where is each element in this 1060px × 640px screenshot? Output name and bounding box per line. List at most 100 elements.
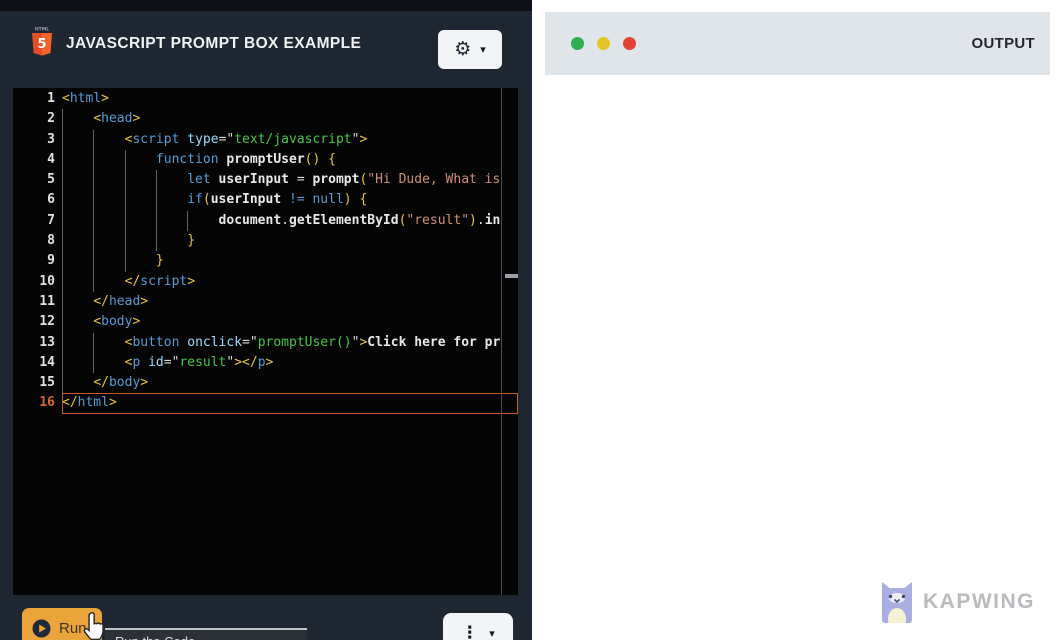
print-margin-ruler [501, 88, 502, 595]
code-line-content: </script> [62, 272, 518, 292]
indent-guide [93, 231, 94, 251]
code-line[interactable]: 14 <p id="result"></p> [13, 353, 518, 373]
code-line-content: <html> [62, 89, 518, 109]
code-line[interactable]: 11 </head> [13, 292, 518, 312]
kapwing-watermark-text: KAPWING [923, 590, 1035, 614]
code-line[interactable]: 12 <body> [13, 312, 518, 332]
code-line-content: } [62, 231, 518, 251]
traffic-lights [571, 37, 636, 50]
run-tooltip: Run the Code [105, 628, 307, 640]
code-line[interactable]: 3 <script type="text/javascript"> [13, 130, 518, 150]
indent-guide [93, 211, 94, 231]
indent-guide [156, 170, 157, 190]
settings-button[interactable]: ⚙ ▾ [438, 30, 502, 69]
line-number: 10 [13, 272, 55, 292]
indent-guide [156, 231, 157, 251]
code-line-content: document.getElementById("result").in [62, 211, 518, 231]
line-number: 6 [13, 190, 55, 210]
line-number: 13 [13, 333, 55, 353]
line-number: 12 [13, 312, 55, 332]
indent-guide [156, 211, 157, 231]
code-line-content: let userInput = prompt("Hi Dude, What is [62, 170, 518, 190]
svg-text:HTML: HTML [35, 26, 49, 32]
code-line[interactable]: 10 </script> [13, 272, 518, 292]
code-line-content: <p id="result"></p> [62, 353, 518, 373]
code-line-content: function promptUser() { [62, 150, 518, 170]
indent-guide [62, 170, 63, 190]
indent-guide [62, 312, 63, 332]
code-line-content: <button onclick="promptUser()">Click her… [62, 333, 518, 353]
code-line-content: <body> [62, 312, 518, 332]
kebab-menu-icon: ⋮ [461, 625, 478, 640]
code-line-content: <head> [62, 109, 518, 129]
indent-guide [62, 292, 63, 312]
code-lines: 1<html>2 <head>3 <script type="text/java… [13, 89, 518, 414]
indent-guide [62, 251, 63, 271]
line-number: 1 [13, 89, 55, 109]
code-line-content: </body> [62, 373, 518, 393]
code-line-content: </head> [62, 292, 518, 312]
output-label: OUTPUT [972, 35, 1035, 52]
indent-guide [93, 170, 94, 190]
indent-guide [62, 272, 63, 292]
indent-guide [125, 190, 126, 210]
code-line[interactable]: 4 function promptUser() { [13, 150, 518, 170]
code-line[interactable]: 13 <button onclick="promptUser()">Click … [13, 333, 518, 353]
code-line[interactable]: 9 } [13, 251, 518, 271]
indent-guide [62, 190, 63, 210]
line-number: 3 [13, 130, 55, 150]
code-line[interactable]: 7 document.getElementById("result").in [13, 211, 518, 231]
indent-guide [125, 150, 126, 170]
code-panel: HTML 5 JAVASCRIPT PROMPT BOX EXAMPLE ⚙ ▾… [0, 0, 532, 640]
code-line-content: <script type="text/javascript"> [62, 130, 518, 150]
play-icon [32, 619, 51, 638]
more-options-button[interactable]: ⋮ ▾ [443, 613, 513, 640]
line-number: 4 [13, 150, 55, 170]
code-line-content: } [62, 251, 518, 271]
indent-guide [93, 353, 94, 373]
code-editor[interactable]: 1<html>2 <head>3 <script type="text/java… [13, 88, 518, 595]
scrollbar-thumb[interactable] [505, 274, 518, 278]
line-number: 8 [13, 231, 55, 251]
indent-guide [93, 150, 94, 170]
code-line[interactable]: 8 } [13, 231, 518, 251]
indent-guide [62, 109, 63, 129]
indent-guide [93, 190, 94, 210]
code-line[interactable]: 1 <html> [13, 89, 518, 109]
code-line-content: if(userInput != null) { [62, 190, 518, 210]
line-number: 14 [13, 353, 55, 373]
code-line[interactable]: 16 </html> [13, 393, 518, 413]
line-number: 16 [13, 393, 55, 413]
indent-guide [62, 353, 63, 373]
output-header: OUTPUT [545, 12, 1050, 75]
app: HTML 5 JAVASCRIPT PROMPT BOX EXAMPLE ⚙ ▾… [0, 0, 1060, 640]
line-number: 5 [13, 170, 55, 190]
yellow-dot-icon [597, 37, 610, 50]
indent-guide [93, 333, 94, 353]
code-line[interactable]: 5 let userInput = prompt("Hi Dude, What … [13, 170, 518, 190]
indent-guide [93, 251, 94, 271]
code-line[interactable]: 6 if(userInput != null) { [13, 190, 518, 210]
chevron-down-icon: ▾ [489, 627, 495, 640]
indent-guide [62, 373, 63, 393]
gear-icon: ⚙ [454, 40, 471, 59]
code-line-content: </html> [62, 393, 518, 413]
page-title: JAVASCRIPT PROMPT BOX EXAMPLE [66, 35, 361, 53]
code-line[interactable]: 15 </body> [13, 373, 518, 393]
indent-guide [62, 231, 63, 251]
indent-guide [62, 333, 63, 353]
line-number: 7 [13, 211, 55, 231]
code-line[interactable]: 2 <head> [13, 109, 518, 129]
line-number: 2 [13, 109, 55, 129]
indent-guide [156, 190, 157, 210]
green-dot-icon [571, 37, 584, 50]
line-number: 15 [13, 373, 55, 393]
indent-guide [62, 130, 63, 150]
output-panel: OUTPUT KAPWING [532, 0, 1060, 640]
chevron-down-icon: ▾ [480, 43, 486, 56]
indent-guide [125, 231, 126, 251]
kapwing-watermark: KAPWING [878, 581, 1035, 623]
indent-guide [125, 170, 126, 190]
mouse-cursor-hand-icon [82, 611, 109, 640]
html5-logo-icon: HTML 5 [30, 26, 54, 63]
